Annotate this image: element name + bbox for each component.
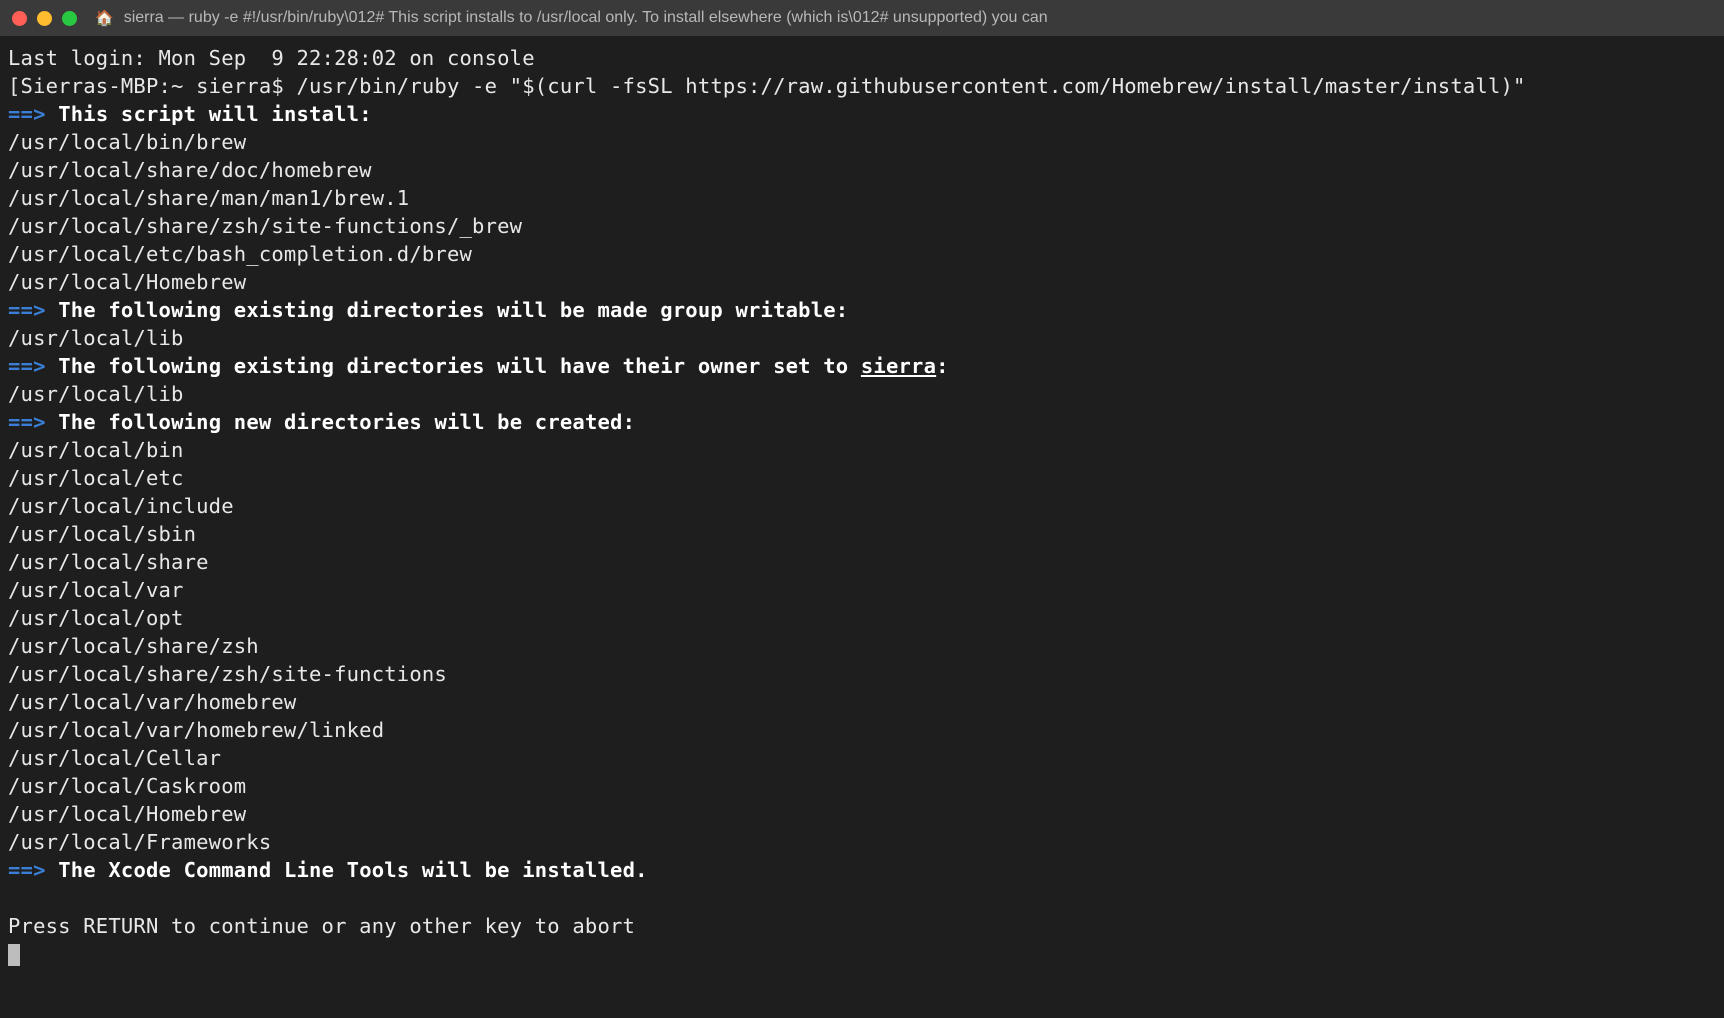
titlebar[interactable]: 🏠 sierra — ruby -e #!/usr/bin/ruby\012# … bbox=[0, 0, 1724, 36]
heading-new-dirs: The following new directories will be cr… bbox=[58, 410, 635, 434]
minimize-button[interactable] bbox=[37, 11, 52, 26]
maximize-button[interactable] bbox=[62, 11, 77, 26]
new-dir-path: /usr/local/etc bbox=[8, 466, 184, 490]
arrow-icon: ==> bbox=[8, 298, 46, 322]
owner-path: /usr/local/lib bbox=[8, 382, 184, 406]
new-dir-path: /usr/local/Frameworks bbox=[8, 830, 271, 854]
terminal-window: 🏠 sierra — ruby -e #!/usr/bin/ruby\012# … bbox=[0, 0, 1724, 1018]
install-path: /usr/local/etc/bash_completion.d/brew bbox=[8, 242, 472, 266]
new-dir-path: /usr/local/var/homebrew bbox=[8, 690, 296, 714]
traffic-lights bbox=[12, 11, 77, 26]
new-dir-path: /usr/local/sbin bbox=[8, 522, 196, 546]
new-dir-path: /usr/local/Caskroom bbox=[8, 774, 246, 798]
prompt: [Sierras-MBP:~ sierra$ bbox=[8, 74, 296, 98]
install-path: /usr/local/share/zsh/site-functions/_bre… bbox=[8, 214, 522, 238]
heading-install: This script will install: bbox=[58, 102, 372, 126]
install-path: /usr/local/share/man/man1/brew.1 bbox=[8, 186, 409, 210]
arrow-icon: ==> bbox=[8, 102, 46, 126]
new-dir-path: /usr/local/Homebrew bbox=[8, 802, 246, 826]
last-login-line: Last login: Mon Sep 9 22:28:02 on consol… bbox=[8, 46, 535, 70]
heading-xcode: The Xcode Command Line Tools will be ins… bbox=[58, 858, 647, 882]
install-path: /usr/local/bin/brew bbox=[8, 130, 246, 154]
arrow-icon: ==> bbox=[8, 410, 46, 434]
home-icon: 🏠 bbox=[95, 9, 114, 27]
new-dir-path: /usr/local/share bbox=[8, 550, 209, 574]
terminal-output[interactable]: Last login: Mon Sep 9 22:28:02 on consol… bbox=[0, 36, 1724, 1018]
new-dir-path: /usr/local/share/zsh/site-functions bbox=[8, 662, 447, 686]
heading-group-writable: The following existing directories will … bbox=[58, 298, 848, 322]
arrow-icon: ==> bbox=[8, 354, 46, 378]
window-title: sierra — ruby -e #!/usr/bin/ruby\012# Th… bbox=[124, 9, 1048, 27]
group-writable-path: /usr/local/lib bbox=[8, 326, 184, 350]
close-button[interactable] bbox=[12, 11, 27, 26]
command-text: /usr/bin/ruby -e "$(curl -fsSL https://r… bbox=[296, 74, 1525, 98]
new-dir-path: /usr/local/var/homebrew/linked bbox=[8, 718, 384, 742]
new-dir-path: /usr/local/opt bbox=[8, 606, 184, 630]
cursor[interactable] bbox=[8, 944, 20, 966]
heading-owner-suffix: : bbox=[936, 354, 949, 378]
arrow-icon: ==> bbox=[8, 858, 46, 882]
new-dir-path: /usr/local/include bbox=[8, 494, 234, 518]
owner-user: sierra bbox=[861, 354, 936, 378]
install-path: /usr/local/Homebrew bbox=[8, 270, 246, 294]
new-dir-path: /usr/local/Cellar bbox=[8, 746, 221, 770]
new-dir-path: /usr/local/bin bbox=[8, 438, 184, 462]
heading-owner-prefix: The following existing directories will … bbox=[58, 354, 861, 378]
press-return-prompt: Press RETURN to continue or any other ke… bbox=[8, 914, 635, 938]
install-path: /usr/local/share/doc/homebrew bbox=[8, 158, 372, 182]
new-dir-path: /usr/local/share/zsh bbox=[8, 634, 259, 658]
new-dir-path: /usr/local/var bbox=[8, 578, 184, 602]
